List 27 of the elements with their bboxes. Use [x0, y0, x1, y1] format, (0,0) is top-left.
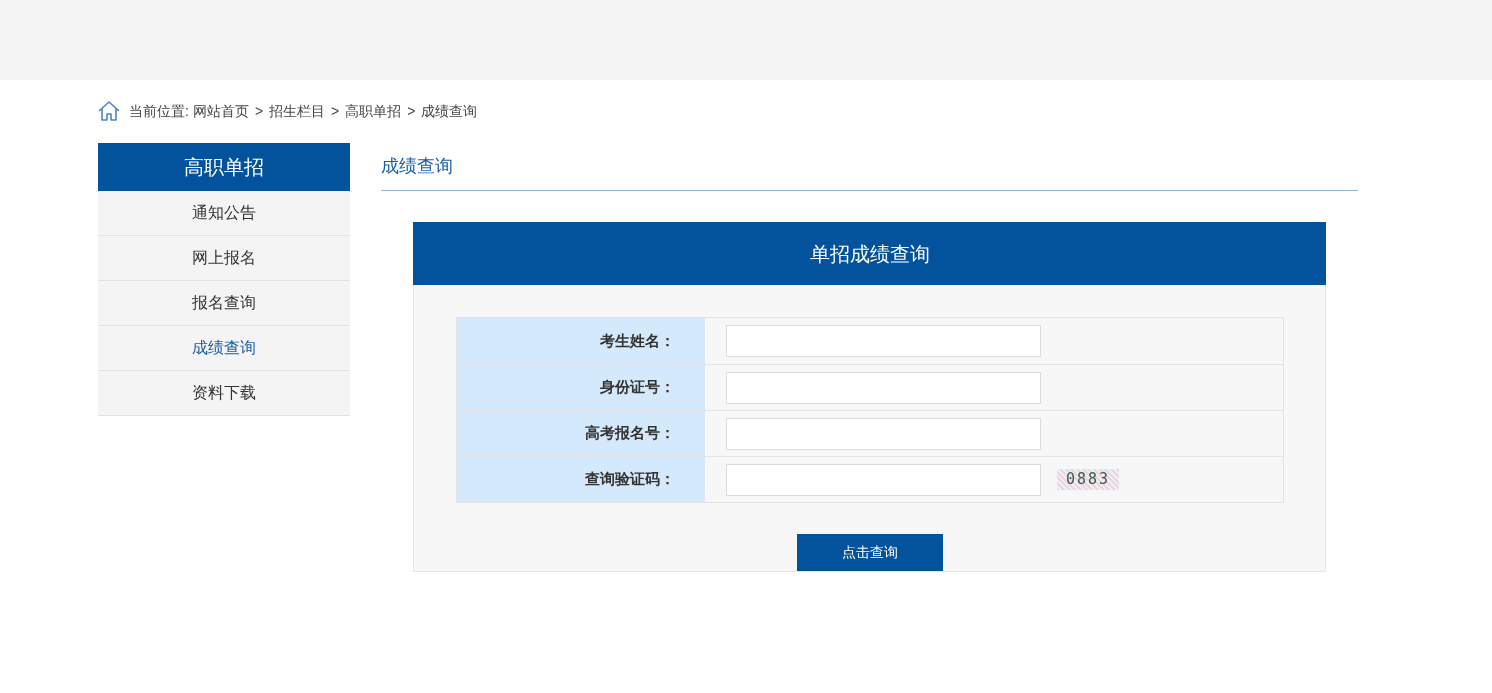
- sidebar-item[interactable]: 资料下载: [98, 371, 350, 416]
- sidebar-item[interactable]: 网上报名: [98, 236, 350, 281]
- field-label: 考生姓名：: [457, 318, 705, 364]
- field-label: 身份证号：: [457, 365, 705, 410]
- sidebar-item[interactable]: 通知公告: [98, 191, 350, 236]
- captcha-image: 0883: [1057, 469, 1119, 490]
- input-field[interactable]: [726, 371, 1041, 404]
- breadcrumb-separator: >: [254, 101, 264, 121]
- section-title: 成绩查询: [381, 155, 453, 178]
- breadcrumb-separator: >: [331, 101, 340, 121]
- field-label: 查询验证码：: [457, 457, 705, 502]
- breadcrumb-link[interactable]: 高职单招: [345, 100, 402, 122]
- panel-title: 单招成绩查询: [413, 222, 1326, 285]
- input-field[interactable]: [726, 463, 1041, 496]
- sidebar-title: 高职单招: [98, 143, 350, 191]
- breadcrumb-label: 当前位置:: [129, 101, 189, 121]
- input-field[interactable]: [726, 417, 1041, 450]
- submit-button[interactable]: 点击查询: [796, 534, 943, 571]
- field-label: 高考报名号：: [457, 411, 705, 456]
- home-icon: [98, 101, 120, 121]
- sidebar-item[interactable]: 报名查询: [98, 281, 350, 326]
- breadcrumb-link[interactable]: 招生栏目: [269, 100, 326, 122]
- breadcrumb-link[interactable]: 成绩查询: [421, 100, 478, 122]
- breadcrumb-separator: >: [407, 101, 416, 121]
- sidebar-item[interactable]: 成绩查询: [98, 326, 350, 371]
- input-field[interactable]: [726, 325, 1041, 357]
- breadcrumb-link[interactable]: 网站首页: [192, 100, 249, 122]
